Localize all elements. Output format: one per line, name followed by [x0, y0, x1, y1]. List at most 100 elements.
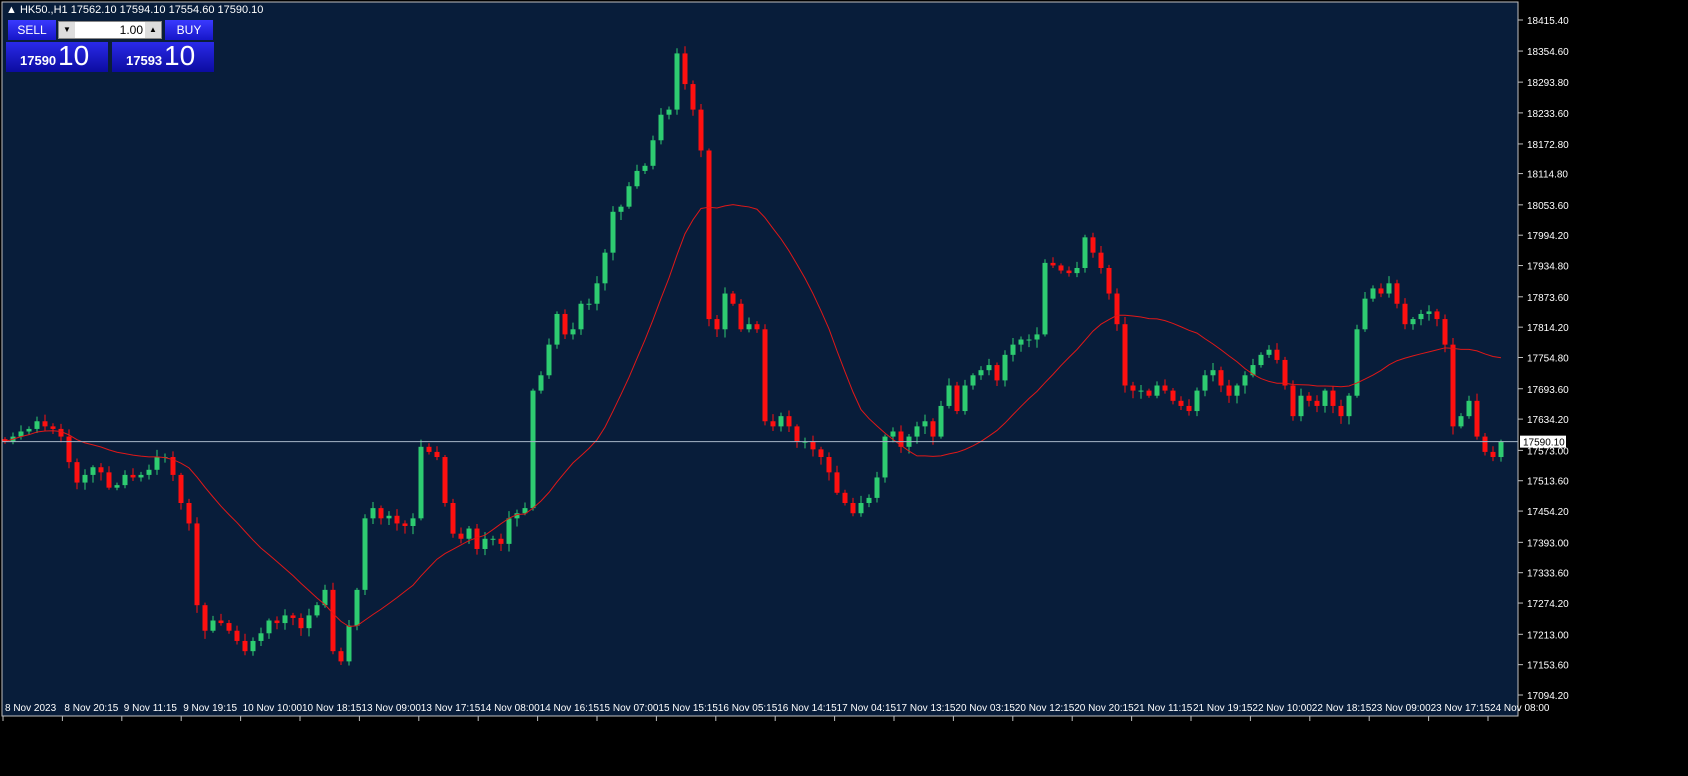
- bull-candle: [1322, 390, 1328, 406]
- bull-candle: [90, 467, 96, 475]
- bull-candle: [938, 405, 944, 437]
- bear-candle: [834, 472, 840, 493]
- bear-candle: [1314, 400, 1320, 406]
- bear-candle: [842, 492, 848, 504]
- x-tick-label: 9 Nov 19:15: [183, 703, 237, 714]
- x-tick-label: 22 Nov 10:00: [1252, 703, 1312, 714]
- x-tick-label: 9 Nov 11:15: [124, 703, 178, 714]
- x-tick-label: 13 Nov 09:00: [361, 703, 421, 714]
- y-tick-label: 17274.20: [1527, 599, 1569, 610]
- bear-candle: [754, 324, 760, 330]
- bear-candle: [1122, 324, 1128, 386]
- bull-candle: [658, 114, 664, 141]
- bear-candle: [178, 474, 184, 504]
- bear-candle: [50, 426, 56, 429]
- bear-candle: [1090, 237, 1096, 253]
- bear-candle: [274, 620, 280, 624]
- bear-candle: [1274, 349, 1280, 360]
- bear-candle: [1394, 283, 1400, 304]
- bull-candle: [962, 385, 968, 412]
- sell-price-button[interactable]: 17590 10: [6, 40, 108, 72]
- buy-price-button[interactable]: 17593 10: [112, 40, 214, 72]
- price-chart[interactable]: 18415.40 18354.60 18293.80 18233.60 18172.80…: [0, 0, 1688, 776]
- bull-candle: [970, 375, 976, 386]
- bear-candle: [1170, 390, 1176, 401]
- bear-candle: [810, 441, 816, 450]
- bear-candle: [330, 589, 336, 652]
- bull-candle: [530, 390, 536, 509]
- buy-button[interactable]: BUY: [165, 20, 213, 40]
- sell-button[interactable]: SELL: [8, 20, 56, 40]
- increase-lot-icon[interactable]: ▲: [145, 22, 161, 38]
- bull-candle: [506, 518, 512, 544]
- bull-candle: [1362, 298, 1368, 330]
- y-tick-label: 18053.60: [1527, 201, 1569, 212]
- bull-candle: [914, 426, 920, 437]
- bear-candle: [1218, 370, 1224, 386]
- bull-candle: [1370, 288, 1376, 299]
- x-tick-label: 20 Nov 03:15: [955, 703, 1015, 714]
- bull-candle: [1018, 339, 1024, 345]
- y-tick-label: 17094.20: [1527, 691, 1569, 702]
- bull-candle: [1154, 385, 1160, 396]
- bull-candle: [578, 303, 584, 330]
- y-tick-label: 17634.20: [1527, 415, 1569, 426]
- bull-candle: [114, 485, 120, 488]
- bear-candle: [1058, 265, 1064, 271]
- bull-candle: [1210, 370, 1216, 376]
- bear-candle: [290, 615, 296, 618]
- bull-candle: [922, 421, 928, 427]
- bull-candle: [210, 620, 216, 631]
- y-tick-label: 17814.20: [1527, 323, 1569, 334]
- bear-candle: [1226, 385, 1232, 396]
- bull-candle: [610, 211, 616, 253]
- bull-candle: [1082, 237, 1088, 268]
- bear-candle: [1162, 385, 1168, 391]
- x-tick-label: 8 Nov 20:15: [64, 703, 118, 714]
- bull-candle: [874, 477, 880, 498]
- bull-candle: [354, 589, 360, 626]
- x-tick-label: 8 Nov 2023: [5, 703, 57, 714]
- bull-candle: [1002, 354, 1008, 381]
- bull-candle: [26, 428, 32, 432]
- bull-candle: [890, 431, 896, 437]
- x-tick-label: 15 Nov 07:00: [599, 703, 659, 714]
- lot-size-stepper[interactable]: ▼ ▲: [58, 21, 162, 39]
- lot-size-input[interactable]: [75, 22, 145, 38]
- bull-candle: [362, 518, 368, 590]
- x-tick-label: 21 Nov 11:15: [1134, 703, 1193, 714]
- bear-candle: [98, 467, 104, 473]
- bear-candle: [1490, 451, 1496, 458]
- bull-candle: [1418, 313, 1424, 320]
- bear-candle: [954, 385, 960, 412]
- one-click-trading-panel: SELL ▼ ▲ BUY 17590 10 17593 10: [6, 20, 214, 72]
- bull-candle: [346, 625, 352, 662]
- x-tick-label: 16 Nov 05:15: [718, 703, 778, 714]
- bull-candle: [34, 421, 40, 429]
- buy-price-main: 17593: [126, 53, 163, 68]
- bull-candle: [122, 474, 128, 486]
- bear-candle: [1066, 270, 1072, 274]
- bull-candle: [1138, 390, 1144, 392]
- bull-candle: [570, 329, 576, 335]
- bear-candle: [762, 329, 768, 422]
- bear-candle: [394, 515, 400, 524]
- bear-candle: [338, 651, 344, 662]
- bull-candle: [314, 605, 320, 616]
- bull-candle: [866, 497, 872, 504]
- bull-candle: [858, 503, 864, 514]
- bull-candle: [986, 365, 992, 371]
- bear-candle: [1434, 311, 1440, 320]
- x-tick-label: 20 Nov 12:15: [1015, 703, 1075, 714]
- collapse-triangle-icon[interactable]: ▲: [6, 4, 20, 16]
- bull-candle: [538, 375, 544, 391]
- decrease-lot-icon[interactable]: ▼: [59, 22, 75, 38]
- bull-candle: [546, 344, 552, 376]
- chart-area: [1, 1, 1519, 717]
- bear-candle: [1186, 405, 1192, 412]
- bull-candle: [1042, 262, 1048, 335]
- bear-candle: [234, 630, 240, 641]
- bear-candle: [794, 426, 800, 442]
- bear-candle: [1106, 267, 1112, 294]
- y-tick-label: 17994.20: [1527, 231, 1569, 242]
